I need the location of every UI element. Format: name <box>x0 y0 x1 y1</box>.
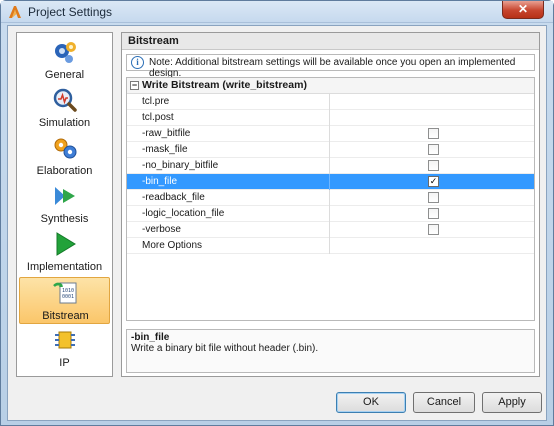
window-title: Project Settings <box>28 5 113 19</box>
nav-item-label: Implementation <box>26 261 103 273</box>
option-name: -no_binary_bitfile <box>142 160 219 171</box>
nav-item-label: Simulation <box>38 117 91 129</box>
description-text: Write a binary bit file without header (… <box>131 343 319 354</box>
readback-file-checkbox[interactable] <box>428 192 439 203</box>
option-name: tcl.post <box>142 112 174 123</box>
option-name: -readback_file <box>142 192 205 203</box>
nav-item-label: Bitstream <box>42 310 89 322</box>
elaboration-icon <box>54 138 77 159</box>
nav-item-label: IP <box>59 357 70 369</box>
dialog-body: General Simulation Elaboration Synthesis… <box>7 25 547 421</box>
bin-file-checkbox[interactable]: ✓ <box>428 176 439 187</box>
ok-button[interactable]: OK <box>336 392 406 413</box>
option-name: -bin_file <box>142 176 178 187</box>
settings-category-nav: General Simulation Elaboration Synthesis… <box>16 32 113 377</box>
raw-bitfile-checkbox[interactable] <box>428 128 439 139</box>
vivado-app-icon <box>9 6 21 18</box>
option-row-mask-file[interactable]: -mask_file <box>127 142 534 158</box>
nav-item-synthesis[interactable]: Synthesis <box>19 181 110 228</box>
section-title: Write Bitstream (write_bitstream) <box>142 79 307 91</box>
option-row-more-options[interactable]: More Options <box>127 238 534 254</box>
section-write-bitstream[interactable]: − Write Bitstream (write_bitstream) <box>127 78 534 94</box>
nav-item-label: Elaboration <box>36 165 93 177</box>
option-name: -logic_location_file <box>142 208 225 219</box>
info-note: i Note: Additional bitstream settings wi… <box>126 54 535 79</box>
column-divider <box>329 158 330 174</box>
option-name: -verbose <box>142 224 181 235</box>
description-option-name: -bin_file <box>131 332 170 343</box>
column-divider <box>329 238 330 254</box>
option-row-raw-bitfile[interactable]: -raw_bitfile <box>127 126 534 142</box>
project-settings-window: Project Settings ✕ General Simulation El… <box>0 0 554 426</box>
nav-item-implementation[interactable]: Implementation <box>19 229 110 276</box>
verbose-checkbox[interactable] <box>428 224 439 235</box>
bitstream-icon: 1010 0001 <box>53 282 77 304</box>
option-name: tcl.pre <box>142 96 170 107</box>
mask-file-checkbox[interactable] <box>428 144 439 155</box>
title-bar[interactable]: Project Settings ✕ <box>1 1 553 23</box>
nav-item-label: General <box>44 69 85 81</box>
option-description: -bin_file Write a binary bit file withou… <box>126 329 535 373</box>
column-divider <box>329 222 330 238</box>
nav-item-general[interactable]: General <box>19 37 110 84</box>
logic-location-file-checkbox[interactable] <box>428 208 439 219</box>
panel-title: Bitstream <box>122 33 539 50</box>
info-icon: i <box>131 56 144 69</box>
column-divider <box>329 206 330 222</box>
note-text: Note: Additional bitstream settings will… <box>149 57 516 79</box>
option-row-tcl-post[interactable]: tcl.post <box>127 110 534 126</box>
option-name: -raw_bitfile <box>142 128 191 139</box>
general-icon <box>55 42 76 63</box>
ip-icon <box>55 331 75 349</box>
option-name: -mask_file <box>142 144 188 155</box>
cancel-button[interactable]: Cancel <box>413 392 475 413</box>
nav-item-bitstream[interactable]: 1010 0001 Bitstream <box>19 277 110 324</box>
bitstream-settings-panel: Bitstream i Note: Additional bitstream s… <box>121 32 540 377</box>
option-row-readback-file[interactable]: -readback_file <box>127 190 534 206</box>
column-divider <box>329 126 330 142</box>
simulation-icon <box>53 88 77 112</box>
nav-item-ip[interactable]: IP <box>19 325 110 372</box>
apply-button[interactable]: Apply <box>482 392 542 413</box>
nav-item-label: Synthesis <box>40 213 89 225</box>
option-row-bin-file[interactable]: -bin_file ✓ <box>127 174 534 190</box>
column-divider <box>329 94 330 110</box>
implementation-icon <box>56 232 76 256</box>
nav-item-elaboration[interactable]: Elaboration <box>19 133 110 180</box>
nav-item-simulation[interactable]: Simulation <box>19 85 110 132</box>
close-button[interactable]: ✕ <box>502 1 544 19</box>
column-divider <box>329 110 330 126</box>
option-row-verbose[interactable]: -verbose <box>127 222 534 238</box>
column-divider <box>329 174 330 190</box>
svg-text:0001: 0001 <box>62 294 74 300</box>
options-grid: − Write Bitstream (write_bitstream) tcl.… <box>126 77 535 321</box>
column-divider <box>329 190 330 206</box>
option-name: More Options <box>142 240 203 251</box>
synthesis-icon <box>55 187 75 205</box>
option-row-no-binary-bitfile[interactable]: -no_binary_bitfile <box>127 158 534 174</box>
option-row-logic-location-file[interactable]: -logic_location_file <box>127 206 534 222</box>
option-row-tcl-pre[interactable]: tcl.pre <box>127 94 534 110</box>
collapse-icon[interactable]: − <box>130 81 139 90</box>
column-divider <box>329 142 330 158</box>
no-binary-bitfile-checkbox[interactable] <box>428 160 439 171</box>
